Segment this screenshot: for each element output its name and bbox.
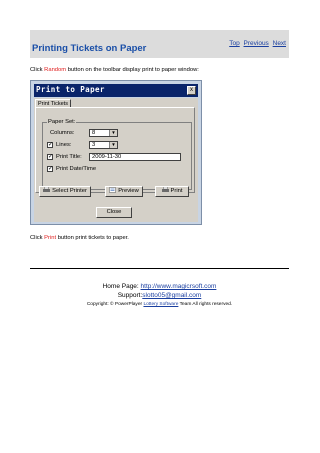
outro-text: Click Print button print tickets to pape… bbox=[30, 235, 129, 241]
support-label: Support: bbox=[117, 292, 143, 299]
copyright-line: Copyright: © PowerPlayer Lottery Softwar… bbox=[30, 302, 289, 307]
support-line: Support:slotto05@gmail.com bbox=[30, 292, 289, 299]
outro-pre: Click bbox=[30, 235, 45, 241]
dialog-title: Print to Paper bbox=[36, 85, 105, 94]
chevron-down-icon: ▼ bbox=[109, 130, 117, 136]
page-header: Printing Tickets on Paper Top Previous N… bbox=[30, 30, 289, 58]
intro-text: Click Random button on the toolbar displ… bbox=[30, 67, 199, 73]
lines-select[interactable]: 3 ▼ bbox=[89, 141, 118, 149]
paper-set-group: Paper Set: Columns: 8 ▼ ✓ Lines: 3 ▼ ✓ P… bbox=[42, 119, 192, 190]
columns-label: Columns: bbox=[50, 130, 75, 136]
paper-set-label: Paper Set: bbox=[47, 119, 77, 125]
nav-top-link[interactable]: Top bbox=[229, 40, 239, 47]
columns-value: 8 bbox=[92, 130, 96, 136]
print-title-input[interactable]: 2009-11-30 bbox=[89, 153, 181, 161]
print-label: Print bbox=[170, 188, 183, 194]
print-datetime-label: Print Date/Time bbox=[56, 166, 97, 172]
lines-label: Lines: bbox=[56, 142, 72, 148]
print-button[interactable]: Print bbox=[155, 186, 189, 197]
homepage-label: Home Page: bbox=[102, 283, 141, 290]
lottery-software-link[interactable]: Lottery Software bbox=[143, 302, 178, 307]
support-email-link[interactable]: slotto05@gmail.com bbox=[142, 292, 201, 299]
page-footer: Home Page: http://www.magicrsoft.com Sup… bbox=[30, 283, 289, 307]
dialog-titlebar: Print to Paper x bbox=[34, 84, 198, 97]
intro-post: button on the toolbar display print to p… bbox=[66, 67, 199, 73]
copyright-pre: Copyright: © PowerPlayer bbox=[86, 302, 144, 307]
divider bbox=[30, 268, 289, 269]
dialog-body: Print Tickets Paper Set: Columns: 8 ▼ ✓ … bbox=[34, 98, 198, 222]
lines-value: 3 bbox=[92, 142, 96, 148]
nav-next-link[interactable]: Next bbox=[273, 40, 286, 47]
preview-button[interactable]: Preview bbox=[105, 186, 143, 197]
columns-select[interactable]: 8 ▼ bbox=[89, 129, 118, 137]
intro-pre: Click bbox=[30, 67, 45, 73]
intro-highlight: Random bbox=[44, 67, 67, 73]
select-printer-button[interactable]: Select Printer bbox=[39, 186, 91, 197]
printer-icon bbox=[43, 187, 51, 193]
outro-post: button print tickets to paper. bbox=[56, 235, 129, 241]
outro-highlight: Print bbox=[44, 235, 57, 241]
copyright-post: Team All rights reserved. bbox=[178, 302, 233, 307]
lines-checkbox[interactable]: ✓ bbox=[47, 142, 53, 148]
close-button[interactable]: Close bbox=[96, 207, 132, 218]
preview-label: Preview bbox=[118, 188, 139, 194]
homepage-link[interactable]: http://www.magicrsoft.com bbox=[141, 283, 217, 290]
printer-icon bbox=[161, 187, 169, 193]
preview-icon bbox=[109, 187, 116, 194]
page-title: Printing Tickets on Paper bbox=[32, 43, 147, 54]
chevron-down-icon: ▼ bbox=[109, 142, 117, 148]
select-printer-label: Select Printer bbox=[52, 188, 87, 194]
page-nav: Top Previous Next bbox=[227, 40, 286, 47]
print-title-label: Print Title: bbox=[56, 154, 82, 160]
nav-previous-link[interactable]: Previous bbox=[244, 40, 269, 47]
print-to-paper-dialog: Print to Paper x Print Tickets Paper Set… bbox=[30, 80, 202, 225]
print-datetime-checkbox[interactable]: ✓ bbox=[47, 166, 53, 172]
print-title-checkbox[interactable]: ✓ bbox=[47, 154, 53, 160]
tab-panel: Paper Set: Columns: 8 ▼ ✓ Lines: 3 ▼ ✓ P… bbox=[35, 107, 195, 193]
close-icon[interactable]: x bbox=[187, 86, 196, 95]
homepage-line: Home Page: http://www.magicrsoft.com bbox=[30, 283, 289, 290]
